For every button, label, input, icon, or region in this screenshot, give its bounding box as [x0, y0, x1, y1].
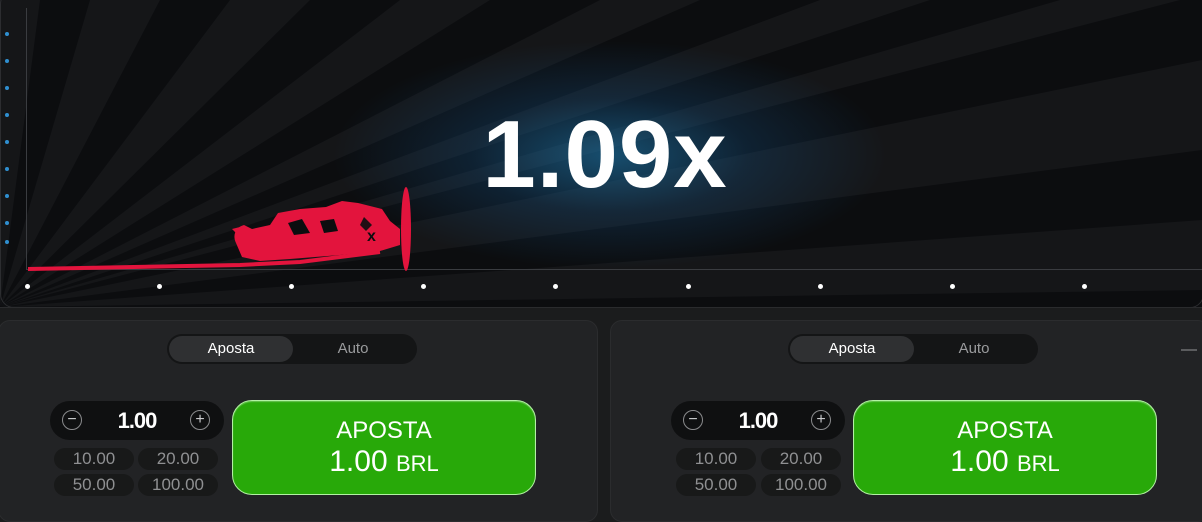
- bet-panel-right: Aposta Auto − 1.00 + 10.00 20.00 50.00 1…: [610, 320, 1202, 522]
- quick-amount-button[interactable]: 20.00: [138, 448, 218, 470]
- bet-button-title: APOSTA: [957, 417, 1053, 444]
- bet-button-currency: BRL: [395, 451, 439, 476]
- bet-button-amount: 1.00 BRL: [233, 445, 535, 481]
- plus-icon[interactable]: +: [190, 410, 210, 430]
- place-bet-button[interactable]: APOSTA 1.00 BRL: [232, 400, 536, 495]
- bet-amount-stepper: − 1.00 +: [50, 401, 224, 440]
- svg-text:x: x: [367, 228, 376, 245]
- quick-amount-button[interactable]: 10.00: [676, 448, 756, 470]
- bet-button-currency: BRL: [1016, 451, 1060, 476]
- game-stage: x 1.09x: [0, 0, 1202, 308]
- quick-amount-button[interactable]: 50.00: [54, 474, 134, 496]
- quick-amount-button[interactable]: 100.00: [138, 474, 218, 496]
- bet-button-amount-value: 1.00: [329, 445, 388, 478]
- quick-amount-button[interactable]: 10.00: [54, 448, 134, 470]
- multiplier-display: 1.09x: [482, 101, 728, 208]
- bet-panel-left: Aposta Auto − 1.00 + 10.00 20.00 50.00 1…: [0, 320, 598, 522]
- minimize-panel-icon[interactable]: [1181, 349, 1197, 351]
- tab-aposta[interactable]: Aposta: [790, 336, 914, 362]
- tab-auto[interactable]: Auto: [912, 336, 1036, 362]
- bet-mode-tabs: Aposta Auto: [788, 334, 1038, 364]
- place-bet-button[interactable]: APOSTA 1.00 BRL: [853, 400, 1157, 495]
- plus-icon[interactable]: +: [811, 410, 831, 430]
- bet-amount-stepper: − 1.00 +: [671, 401, 845, 440]
- quick-amount-button[interactable]: 20.00: [761, 448, 841, 470]
- quick-amount-button[interactable]: 50.00: [676, 474, 756, 496]
- quick-amount-button[interactable]: 100.00: [761, 474, 841, 496]
- minus-icon[interactable]: −: [62, 410, 82, 430]
- bet-amount-value[interactable]: 1.00: [90, 401, 184, 440]
- bet-button-amount: 1.00 BRL: [854, 445, 1156, 481]
- tab-auto[interactable]: Auto: [291, 336, 415, 362]
- bet-button-amount-value: 1.00: [950, 445, 1009, 478]
- bet-button-title: APOSTA: [336, 417, 432, 444]
- bet-amount-value[interactable]: 1.00: [711, 401, 805, 440]
- minus-icon[interactable]: −: [683, 410, 703, 430]
- tab-aposta[interactable]: Aposta: [169, 336, 293, 362]
- bet-mode-tabs: Aposta Auto: [167, 334, 417, 364]
